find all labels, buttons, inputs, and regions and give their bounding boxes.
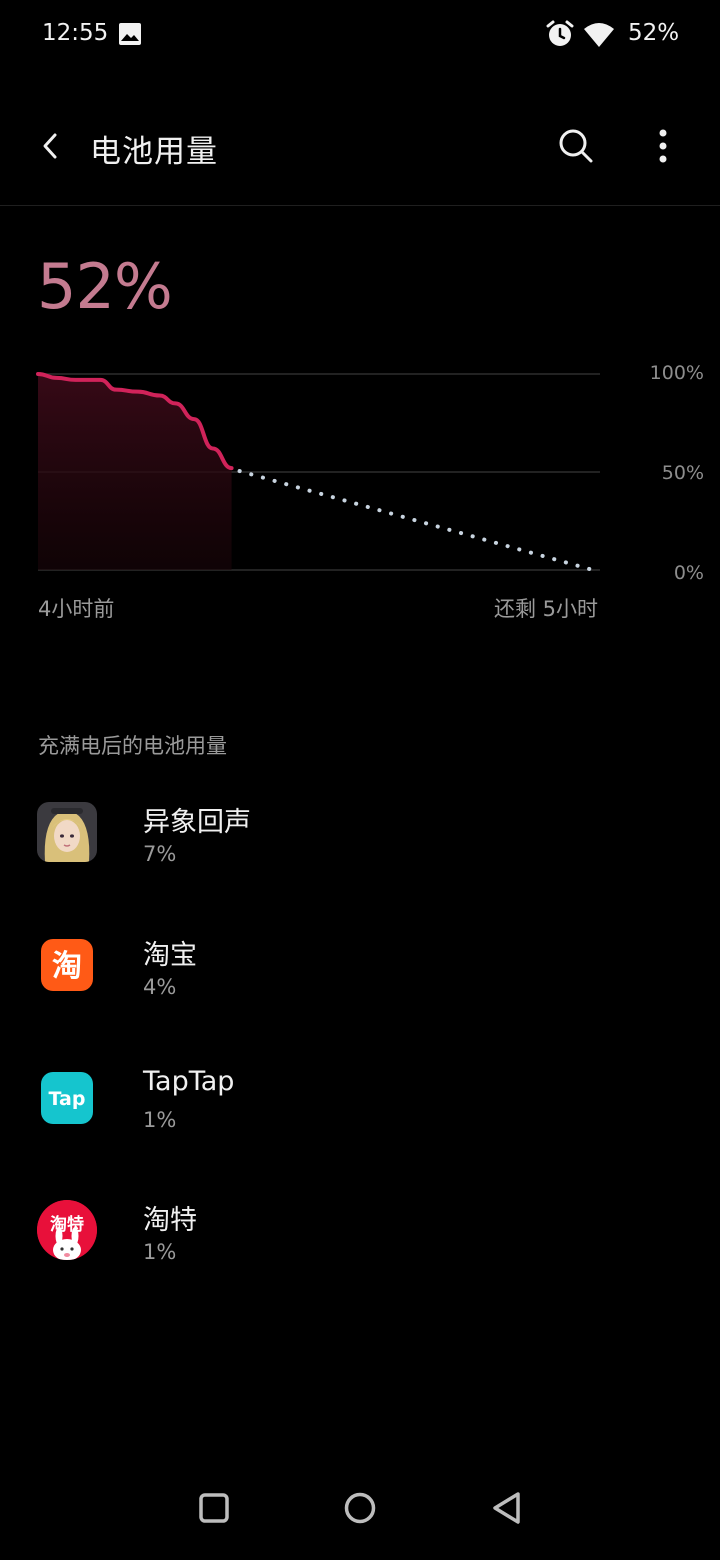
battery-chart-plot (36, 372, 602, 574)
battery-usage-screen: 12:55 52% 电池用量 52% 100% 50% 0% 4小时前 还剩 5… (0, 0, 720, 1560)
more-options-button[interactable] (640, 120, 686, 172)
taptap-icon: Tap (41, 1072, 93, 1124)
battery-projection-line (237, 469, 602, 574)
app-name: 淘特 (143, 1205, 197, 1236)
battery-level-text: 52% (37, 250, 173, 323)
taobao-icon-glyph: 淘 (52, 949, 82, 984)
page-title: 电池用量 (90, 134, 218, 170)
alarm-icon (546, 20, 574, 46)
app-name: TapTap (143, 1066, 235, 1097)
app-usage-percent: 4% (143, 975, 177, 999)
section-header: 充满电后的电池用量 (38, 734, 227, 758)
wifi-icon (584, 23, 614, 47)
navigation-bar (0, 1470, 720, 1550)
status-time: 12:55 (42, 20, 109, 46)
status-bar: 12:55 52% (0, 0, 720, 70)
game-portrait-icon (37, 802, 97, 862)
app-usage-percent: 7% (143, 842, 177, 866)
app-name: 异象回声 (143, 807, 251, 838)
y-axis-label-0: 0% (673, 562, 704, 584)
taote-icon: 淘特 (37, 1200, 97, 1260)
y-axis-label-100: 100% (649, 362, 704, 384)
y-axis-label-50: 50% (661, 462, 704, 484)
app-row-taobao[interactable]: 淘 淘宝 4% (0, 913, 720, 1043)
status-battery-percent: 52% (628, 20, 680, 46)
battery-chart: 100% 50% 0% 4小时前 还剩 5小时 (0, 350, 720, 630)
x-axis-label-end: 还剩 5小时 (493, 597, 598, 621)
app-row-taptap[interactable]: Tap TapTap 1% (0, 1046, 720, 1176)
app-bar: 电池用量 (0, 100, 720, 206)
home-button[interactable] (342, 1490, 378, 1526)
image-icon (119, 23, 141, 45)
app-row-yixiang[interactable]: 异象回声 7% (0, 780, 720, 910)
app-row-taote[interactable]: 淘特 淘特 1% (0, 1178, 720, 1308)
back-button[interactable] (28, 120, 72, 172)
battery-history-area (38, 374, 232, 570)
search-icon (559, 129, 593, 163)
app-usage-percent: 1% (143, 1240, 177, 1264)
nav-back-button[interactable] (488, 1490, 526, 1526)
search-button[interactable] (552, 120, 600, 172)
taobao-icon: 淘 (41, 939, 93, 991)
app-name: 淘宝 (143, 940, 197, 971)
x-axis-label-start: 4小时前 (38, 597, 115, 621)
app-usage-percent: 1% (143, 1108, 177, 1132)
back-arrow-icon (43, 133, 57, 159)
taote-icon-glyph: 淘特 (50, 1214, 84, 1235)
more-vert-icon (659, 129, 667, 163)
recent-apps-button[interactable] (196, 1490, 232, 1526)
taptap-icon-glyph: Tap (49, 1088, 86, 1110)
